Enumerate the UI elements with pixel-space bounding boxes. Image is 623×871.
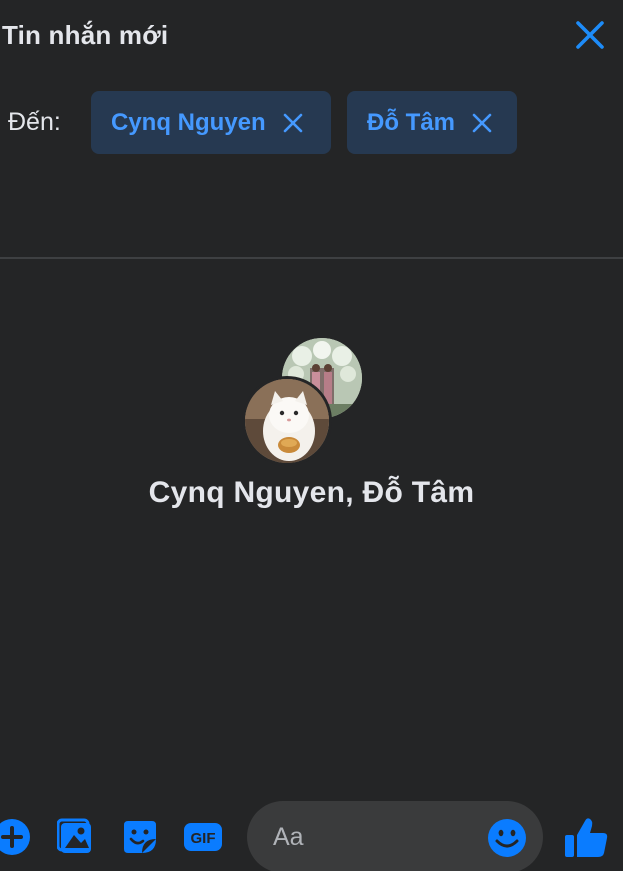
sticker-icon bbox=[124, 821, 156, 853]
image-icon bbox=[56, 818, 91, 853]
close-button[interactable] bbox=[573, 18, 607, 52]
header: Tin nhắn mới bbox=[0, 0, 623, 72]
recipient-chip-label: Đỗ Tâm bbox=[367, 108, 456, 136]
svg-text:GIF: GIF bbox=[191, 830, 216, 847]
recipient-chip-cynq-nguyen[interactable]: Cynq Nguyen bbox=[91, 91, 331, 154]
remove-recipient-icon[interactable] bbox=[471, 112, 493, 134]
emoji-icon bbox=[488, 819, 526, 857]
recipient-chip-label: Cynq Nguyen bbox=[111, 108, 266, 136]
avatar-cynq-nguyen bbox=[242, 376, 332, 466]
remove-recipient-icon[interactable] bbox=[282, 112, 304, 134]
message-composer: GIF bbox=[0, 795, 623, 871]
sticker-button[interactable] bbox=[120, 817, 160, 857]
thumbs-up-icon bbox=[565, 818, 608, 857]
page-title: Tin nhắn mới bbox=[2, 20, 169, 50]
gif-icon: GIF bbox=[184, 823, 222, 851]
message-input[interactable] bbox=[271, 815, 475, 859]
new-message-panel: Tin nhắn mới Đến: Cynq Nguyen Đỗ Tâm Cyn… bbox=[0, 0, 623, 871]
plus-circle-icon bbox=[0, 819, 30, 855]
divider bbox=[0, 257, 623, 259]
recipient-chip-do-tam[interactable]: Đỗ Tâm bbox=[347, 91, 517, 154]
emoji-button[interactable] bbox=[487, 818, 527, 858]
recipients-row: Đến: Cynq Nguyen Đỗ Tâm bbox=[0, 90, 623, 156]
attach-image-button[interactable] bbox=[56, 817, 97, 857]
gif-button[interactable]: GIF bbox=[182, 817, 222, 857]
more-actions-button[interactable] bbox=[0, 817, 32, 857]
group-avatar bbox=[240, 336, 370, 466]
close-icon bbox=[576, 21, 604, 49]
send-like-button[interactable] bbox=[563, 815, 609, 861]
to-label: Đến: bbox=[8, 108, 61, 136]
message-input-wrapper bbox=[247, 801, 543, 871]
conversation-title: Cynq Nguyen, Đỗ Tâm bbox=[148, 476, 475, 509]
